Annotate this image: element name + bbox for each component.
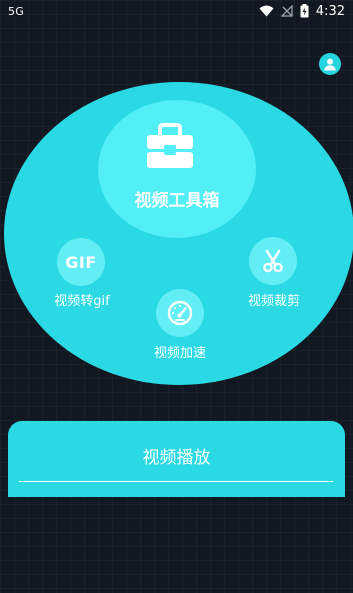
video-play-button[interactable]: 视频播放 [8,421,345,497]
video-crop-button[interactable] [249,237,297,285]
status-bar: 5G 4:32 [0,0,353,22]
video-play-label: 视频播放 [142,448,211,468]
wifi-icon [259,5,274,17]
gif-icon: GIF [65,252,97,272]
toolbox-icon [147,123,193,168]
signal-off-icon [280,5,293,17]
divider [19,481,333,482]
network-type: 5G [8,4,24,18]
battery-charging-icon [300,4,309,18]
status-icons: 4:32 [259,4,345,19]
video-speed-label: 视频加速 [153,346,206,361]
profile-button[interactable] [319,53,341,75]
video-to-gif-label: 视频转gif [54,294,110,309]
speedometer-icon [167,300,193,326]
toolbox-label: 视频工具箱 [134,191,220,211]
scissors-icon [263,249,283,273]
clock: 4:32 [315,3,345,19]
user-icon [324,58,336,71]
video-to-gif-button[interactable]: GIF [57,238,105,286]
video-crop-label: 视频裁剪 [247,294,300,309]
video-speed-button[interactable] [156,289,204,337]
